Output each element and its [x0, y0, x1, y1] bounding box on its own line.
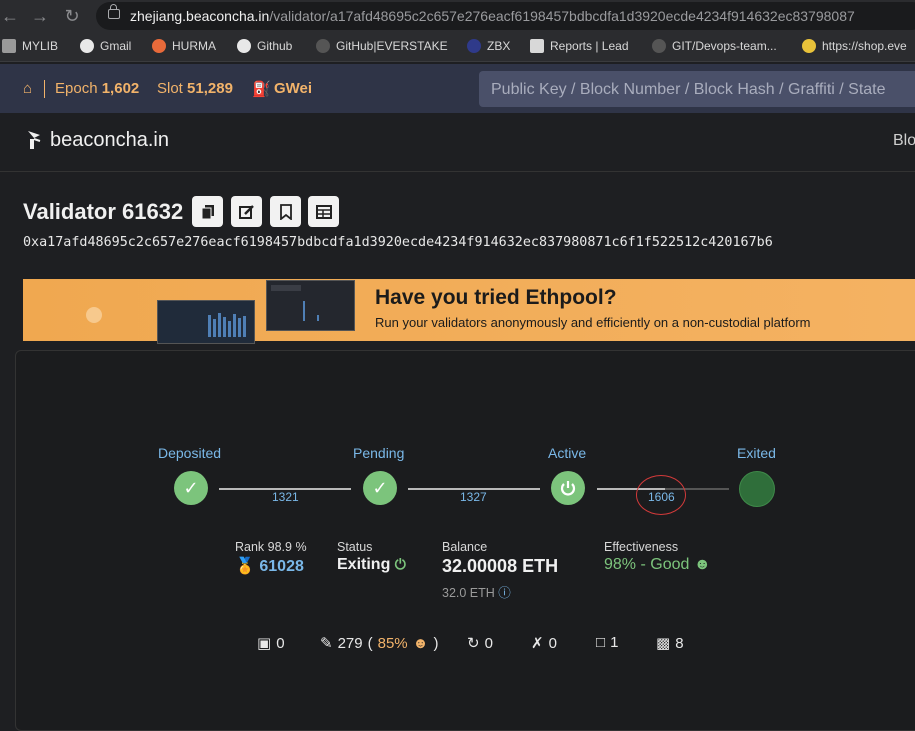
rank-value[interactable]: 🏅 61028	[235, 556, 304, 576]
bookmark-mylib[interactable]: MYLIB	[2, 39, 58, 53]
signature-icon: ✎	[320, 635, 333, 652]
rank-label: Rank 98.9 %	[235, 540, 307, 554]
step-label-active: Active	[548, 445, 587, 461]
copy-button[interactable]	[192, 196, 223, 227]
balance-effective: 32.0 ETH ⓘ	[442, 586, 511, 600]
github-icon	[237, 39, 251, 53]
status-label: Status	[337, 540, 373, 554]
banner-title: Have you tried Ethpool?	[375, 286, 617, 309]
duration-pending-active: 1327	[460, 490, 487, 504]
power-icon: ⏻	[394, 556, 406, 572]
smile-icon: ☻	[693, 556, 711, 573]
check-icon: ✓	[174, 471, 208, 505]
step-label-deposited: Deposited	[158, 445, 222, 461]
bookmark-github[interactable]: Github	[237, 39, 292, 53]
gwei-label[interactable]: GWei	[274, 80, 312, 97]
bookmark-button[interactable]	[270, 196, 301, 227]
slashings-count[interactable]: ✗ 0	[531, 634, 557, 653]
smile-icon: ☻	[412, 634, 429, 652]
banner-screenshot-image	[266, 280, 355, 331]
bookmark-reports[interactable]: Reports | Lead	[530, 39, 629, 53]
smiley-icon	[802, 39, 816, 53]
medal-icon: 🏅	[235, 558, 255, 575]
search-input[interactable]	[489, 78, 913, 102]
decorative-dot	[86, 307, 102, 323]
url-host: zhejiang.beaconcha.in	[130, 8, 270, 24]
money-bill-icon: ▩	[656, 635, 671, 652]
status-value: Exiting ⏻	[337, 556, 406, 573]
help-icon[interactable]: ⓘ	[498, 586, 511, 600]
proposals-count[interactable]: ▣ 0	[257, 634, 285, 653]
edit-button[interactable]	[231, 196, 262, 227]
bookmark-shop[interactable]: https://shop.eve	[802, 39, 907, 53]
check-icon: ✓	[363, 471, 397, 505]
annotation-circle	[636, 475, 686, 515]
exited-status-circle	[739, 471, 775, 507]
forward-arrow-icon[interactable]: →	[30, 6, 50, 26]
gas-pump-icon: ⛽	[252, 81, 271, 98]
bookmark-icon	[279, 203, 292, 220]
copy-icon	[201, 204, 214, 219]
folder-icon	[2, 39, 16, 53]
site-logo[interactable]: beaconcha.in	[50, 129, 169, 152]
power-icon	[551, 471, 585, 505]
step-label-pending: Pending	[353, 445, 405, 461]
banner-subtitle: Run your validators anonymously and effi…	[375, 315, 811, 330]
sync-count[interactable]: ↻ 0	[467, 634, 493, 653]
home-icon[interactable]: ⌂	[23, 80, 32, 97]
bookmarks-bar	[0, 33, 915, 62]
bookmark-zbx[interactable]: ZBX	[467, 39, 510, 53]
dashboard-button[interactable]	[308, 196, 339, 227]
url-text[interactable]: zhejiang.beaconcha.in/validator/a17afd48…	[130, 8, 855, 24]
effectiveness-label: Effectiveness	[604, 540, 679, 554]
github-icon	[652, 39, 666, 53]
bookmark-gmail[interactable]: Gmail	[80, 39, 131, 53]
url-path: /validator/a17afd48695c2c657e276eacf6198…	[269, 8, 855, 24]
beaconchain-logo-icon[interactable]	[24, 128, 44, 150]
reload-icon[interactable]: ↻	[62, 6, 82, 26]
banner-screenshot-image	[157, 300, 255, 344]
epoch-link[interactable]: Epoch 1,602	[55, 80, 139, 97]
bookmark-hurma[interactable]: HURMA	[152, 39, 216, 53]
document-icon	[530, 39, 544, 53]
wallet-icon: □	[596, 634, 606, 651]
step-label-exited: Exited	[737, 445, 776, 461]
page-title: Validator 61632	[23, 199, 184, 224]
deposits-count[interactable]: □ 1	[596, 634, 618, 651]
slot-link[interactable]: Slot 51,289	[157, 80, 233, 97]
effectiveness-value: 98% - Good ☻	[604, 556, 711, 573]
hurma-icon	[152, 39, 166, 53]
user-slash-icon: ✗	[531, 635, 544, 652]
zbx-icon	[467, 39, 481, 53]
back-arrow-icon[interactable]: ←	[0, 6, 20, 26]
balance-value: 32.00008 ETH	[442, 556, 559, 576]
nav-blocks-link[interactable]: Blo	[893, 132, 915, 150]
divider	[44, 80, 45, 98]
duration-deposited-pending: 1321	[272, 490, 299, 504]
google-icon	[80, 39, 94, 53]
validator-pubkey: 0xa17afd48695c2c657e276eacf6198457bdbcdf…	[23, 235, 773, 250]
balance-label: Balance	[442, 540, 488, 554]
cubes-icon: ▣	[257, 635, 272, 652]
lock-icon	[108, 4, 120, 19]
table-icon	[315, 204, 332, 219]
edit-icon	[238, 204, 254, 219]
github-icon	[316, 39, 330, 53]
bookmark-git-devops[interactable]: GIT/Devops-team...	[652, 39, 777, 53]
sync-icon: ↻	[467, 635, 480, 652]
search-box[interactable]	[479, 71, 915, 107]
bookmark-github-everstake[interactable]: GitHub|EVERSTAKE	[316, 39, 448, 53]
withdrawals-count[interactable]: ▩ 8	[656, 634, 684, 653]
attestations-count[interactable]: ✎ 279(85% ☻)	[320, 634, 438, 653]
